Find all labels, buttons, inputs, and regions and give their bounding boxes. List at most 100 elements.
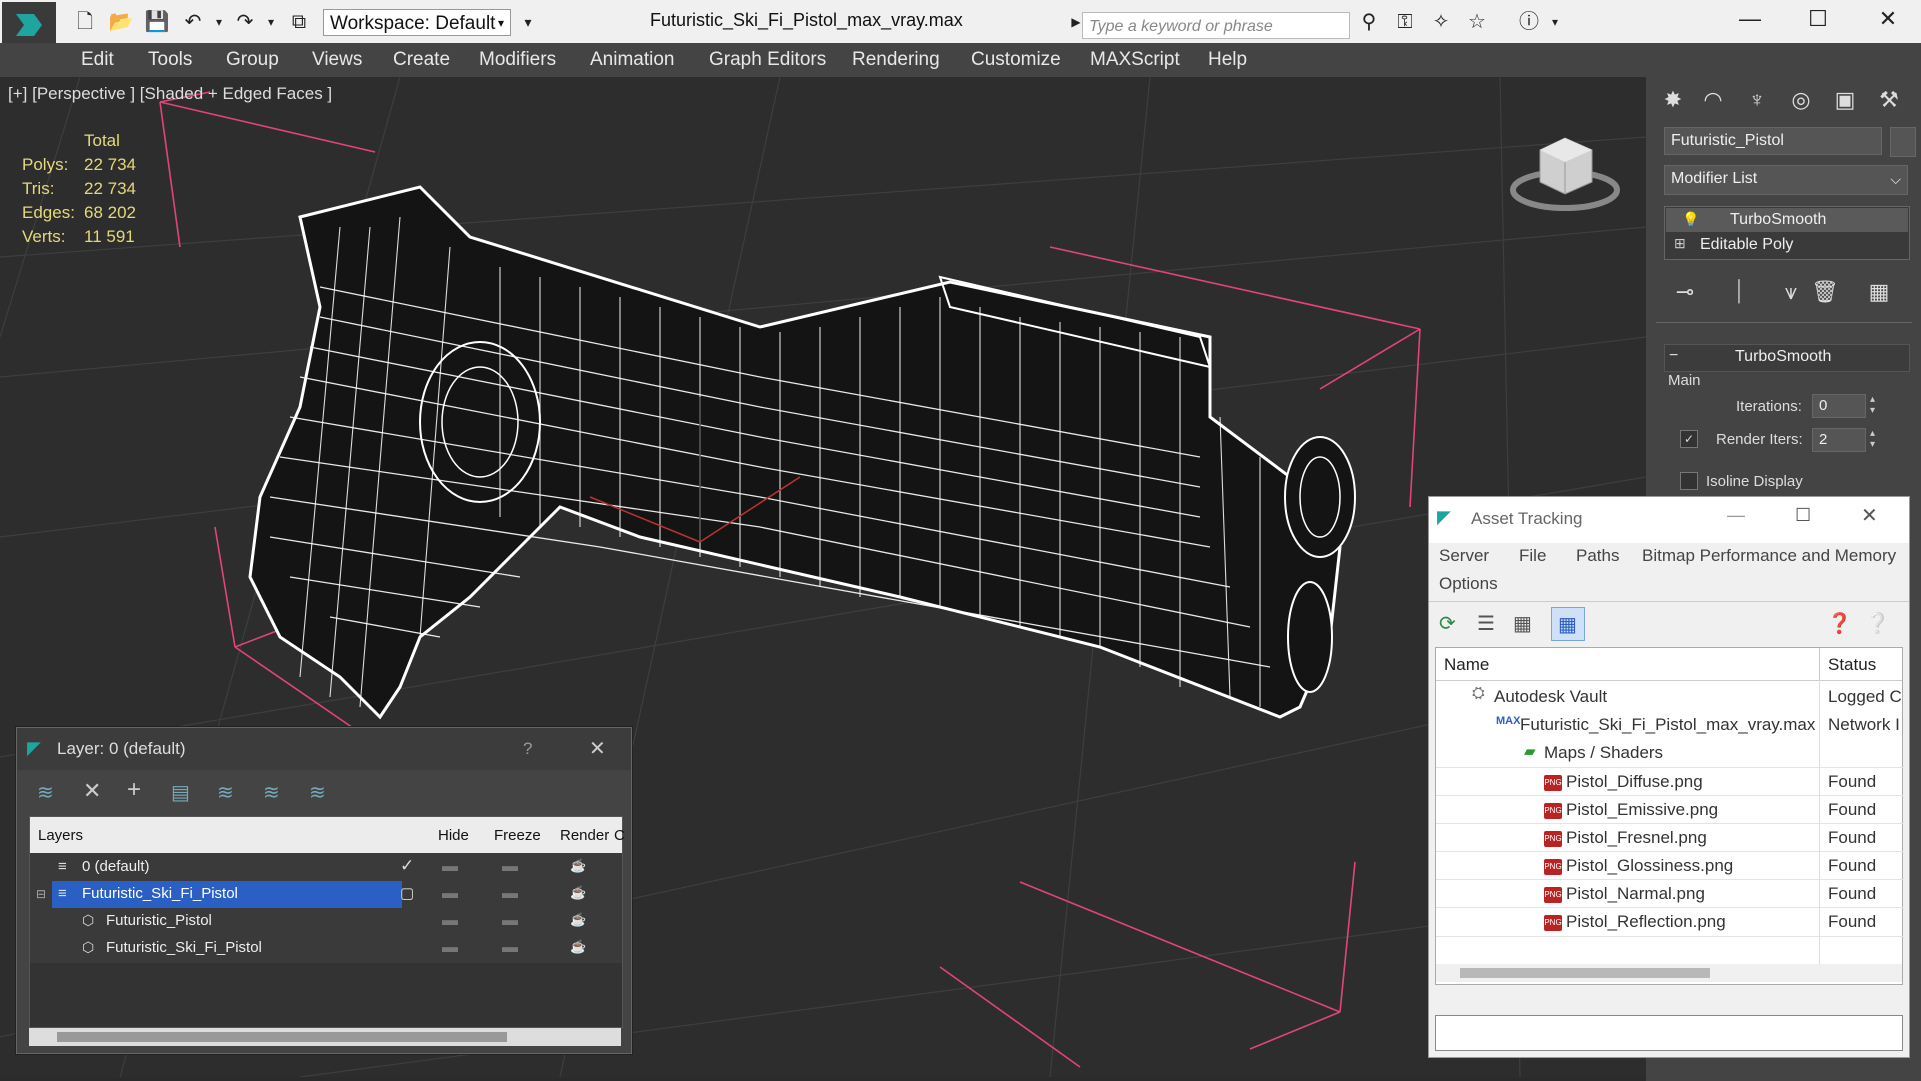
toolbar-overflow-icon[interactable]: ▾ xyxy=(515,10,541,34)
spinner-arrows-icon[interactable]: ▴ ▾ xyxy=(1870,394,1875,416)
asset-row[interactable]: PNG Pistol_Fresnel.png Found xyxy=(1436,823,1904,852)
thumbnail-view-icon[interactable]: ▦ xyxy=(1513,611,1532,636)
teapot-icon[interactable]: ☕ xyxy=(570,939,586,955)
teapot-icon[interactable]: ☕ xyxy=(570,885,586,901)
select-in-layer-icon[interactable]: ▤ xyxy=(171,780,190,805)
list-view-icon[interactable]: ☰ xyxy=(1477,611,1495,636)
layer-dialog-header[interactable]: ◤ Layer: 0 (default) ? ✕ xyxy=(17,728,631,770)
column-name[interactable]: Name xyxy=(1444,655,1489,675)
asset-menu-bitmap-performance[interactable]: Bitmap Performance and Memory xyxy=(1642,546,1896,566)
undo-icon[interactable]: ↶ xyxy=(180,10,206,34)
search-input[interactable]: Type a keyword or phrase xyxy=(1082,12,1350,39)
add-to-layer-icon[interactable]: + xyxy=(127,776,141,804)
iterations-spinner[interactable]: 0 xyxy=(1812,394,1866,418)
motion-tab-icon[interactable]: ◎ xyxy=(1784,84,1818,116)
minimize-icon[interactable]: — xyxy=(1727,505,1745,526)
asset-path-field[interactable] xyxy=(1435,1015,1903,1051)
freeze-toggle[interactable]: ▬ xyxy=(502,858,518,876)
modify-tab-icon[interactable]: ◠ xyxy=(1696,84,1730,116)
asset-menu-server[interactable]: Server xyxy=(1439,546,1489,566)
help-icon[interactable]: ❔ xyxy=(1865,611,1890,636)
key-icon[interactable]: ⚿ xyxy=(1392,10,1418,34)
expand-plus-icon[interactable]: ⊞ xyxy=(1674,235,1686,252)
asset-row[interactable]: PNG Pistol_Reflection.png Found xyxy=(1436,907,1904,937)
asset-menu-paths[interactable]: Paths xyxy=(1576,546,1619,566)
close-window-icon[interactable]: ✕ xyxy=(1868,6,1908,32)
column-color[interactable]: C xyxy=(614,827,625,844)
column-hide[interactable]: Hide xyxy=(438,827,469,844)
minimize-window-icon[interactable]: — xyxy=(1730,6,1770,32)
select-layer-icon[interactable]: ≋ xyxy=(217,780,234,805)
column-status[interactable]: Status xyxy=(1828,655,1876,675)
workspace-dropdown[interactable]: Workspace: Default ▾ xyxy=(323,9,511,36)
menu-help[interactable]: Help xyxy=(1208,49,1247,71)
menu-views[interactable]: Views xyxy=(312,49,362,71)
binoculars-icon[interactable]: ⚲ xyxy=(1356,10,1382,34)
help-icon[interactable]: ? xyxy=(523,739,532,759)
asset-row[interactable]: PNG Pistol_Narmal.png Found xyxy=(1436,879,1904,908)
asset-row[interactable]: MAX Futuristic_Ski_Fi_Pistol_max_vray.ma… xyxy=(1436,711,1904,739)
lightbulb-icon[interactable]: 💡 xyxy=(1682,211,1699,228)
hide-toggle[interactable]: ▬ xyxy=(442,912,458,930)
configure-sets-icon[interactable]: ▦ xyxy=(1862,276,1896,308)
help-icon[interactable]: ⓘ xyxy=(1516,10,1542,34)
menu-edit[interactable]: Edit xyxy=(81,49,114,71)
menu-maxscript[interactable]: MAXScript xyxy=(1090,49,1180,71)
viewport-label[interactable]: [+] [Perspective ] [Shaded + Edged Faces… xyxy=(8,84,332,104)
rollout-header-turbosmooth[interactable]: − TurboSmooth xyxy=(1664,344,1910,372)
refresh-icon[interactable]: ⟳ xyxy=(1439,611,1456,636)
maximize-window-icon[interactable]: ☐ xyxy=(1798,6,1838,32)
asset-row[interactable]: ⛭ Autodesk Vault Logged C xyxy=(1436,683,1904,711)
asset-row[interactable]: ▰ Maps / Shaders xyxy=(1436,739,1904,767)
scrollbar-thumb[interactable] xyxy=(1460,968,1710,978)
asset-dialog-titlebar[interactable]: ◤ Asset Tracking — ☐ ✕ xyxy=(1429,497,1909,543)
close-icon[interactable]: ✕ xyxy=(589,736,606,761)
current-layer-check-icon[interactable]: ✓ xyxy=(400,856,414,876)
pin-stack-icon[interactable]: ⊸ xyxy=(1668,276,1702,308)
asset-menu-options[interactable]: Options xyxy=(1439,574,1498,594)
teapot-icon[interactable]: ☕ xyxy=(570,912,586,928)
show-end-result-icon[interactable]: ⏐ xyxy=(1722,276,1756,308)
menu-group[interactable]: Group xyxy=(226,49,279,71)
column-render[interactable]: Render xyxy=(560,827,609,844)
active-layer-box-icon[interactable]: ▢ xyxy=(400,884,414,902)
save-file-icon[interactable]: 💾 xyxy=(144,10,170,34)
favorites-star-icon[interactable]: ☆ xyxy=(1464,10,1490,34)
column-layers[interactable]: Layers xyxy=(38,827,83,844)
vault-help-icon[interactable]: ❓ xyxy=(1827,611,1852,636)
menu-customize[interactable]: Customize xyxy=(971,49,1061,71)
hide-toggle[interactable]: ▬ xyxy=(442,885,458,903)
asset-row[interactable]: PNG Pistol_Emissive.png Found xyxy=(1436,795,1904,824)
project-folder-icon[interactable]: ⧉ xyxy=(286,10,312,34)
column-divider[interactable] xyxy=(1819,648,1820,680)
create-tab-icon[interactable]: ✸ xyxy=(1656,84,1690,116)
hide-all-layers-icon[interactable]: ≋ xyxy=(309,780,326,805)
menu-graph-editors[interactable]: Graph Editors xyxy=(709,49,826,71)
redo-icon[interactable]: ↷ xyxy=(232,10,258,34)
app-logo-button[interactable] xyxy=(2,2,56,48)
render-iters-checkbox[interactable]: ✓ xyxy=(1680,430,1698,448)
open-file-icon[interactable]: 📂 xyxy=(108,10,134,34)
make-unique-icon[interactable]: ⩛ xyxy=(1774,276,1808,308)
freeze-toggle[interactable]: ▬ xyxy=(502,912,518,930)
freeze-toggle[interactable]: ▬ xyxy=(502,939,518,957)
display-tab-icon[interactable]: ▣ xyxy=(1828,84,1862,116)
communication-icon[interactable]: ✧ xyxy=(1428,10,1454,34)
redo-dropdown-icon[interactable]: ▾ xyxy=(258,10,284,34)
new-file-icon[interactable]: 🗋 xyxy=(72,10,98,34)
undo-dropdown-icon[interactable]: ▾ xyxy=(206,10,232,34)
horizontal-scrollbar[interactable] xyxy=(1436,964,1902,982)
viewcube-icon[interactable] xyxy=(1510,122,1620,222)
object-name-field[interactable]: Futuristic_Pistol xyxy=(1664,127,1882,155)
layer-row[interactable]: ⬡ Futuristic_Ski_Fi_Pistol ▬ ▬ ☕ xyxy=(30,935,622,962)
menu-tools[interactable]: Tools xyxy=(148,49,192,71)
layer-row[interactable]: ≡ 0 (default) ✓ ▬ ▬ ☕ xyxy=(30,854,622,881)
layer-row[interactable]: ⬡ Futuristic_Pistol ▬ ▬ ☕ xyxy=(30,908,622,935)
menu-create[interactable]: Create xyxy=(393,49,450,71)
asset-row[interactable]: PNG Pistol_Diffuse.png Found xyxy=(1436,767,1904,796)
collapse-icon[interactable]: ⊟ xyxy=(36,887,46,901)
hierarchy-tab-icon[interactable]: ♆ xyxy=(1740,84,1774,116)
column-freeze[interactable]: Freeze xyxy=(494,827,541,844)
set-current-layer-icon[interactable]: ≋ xyxy=(263,780,280,805)
isoline-checkbox[interactable] xyxy=(1680,472,1698,490)
